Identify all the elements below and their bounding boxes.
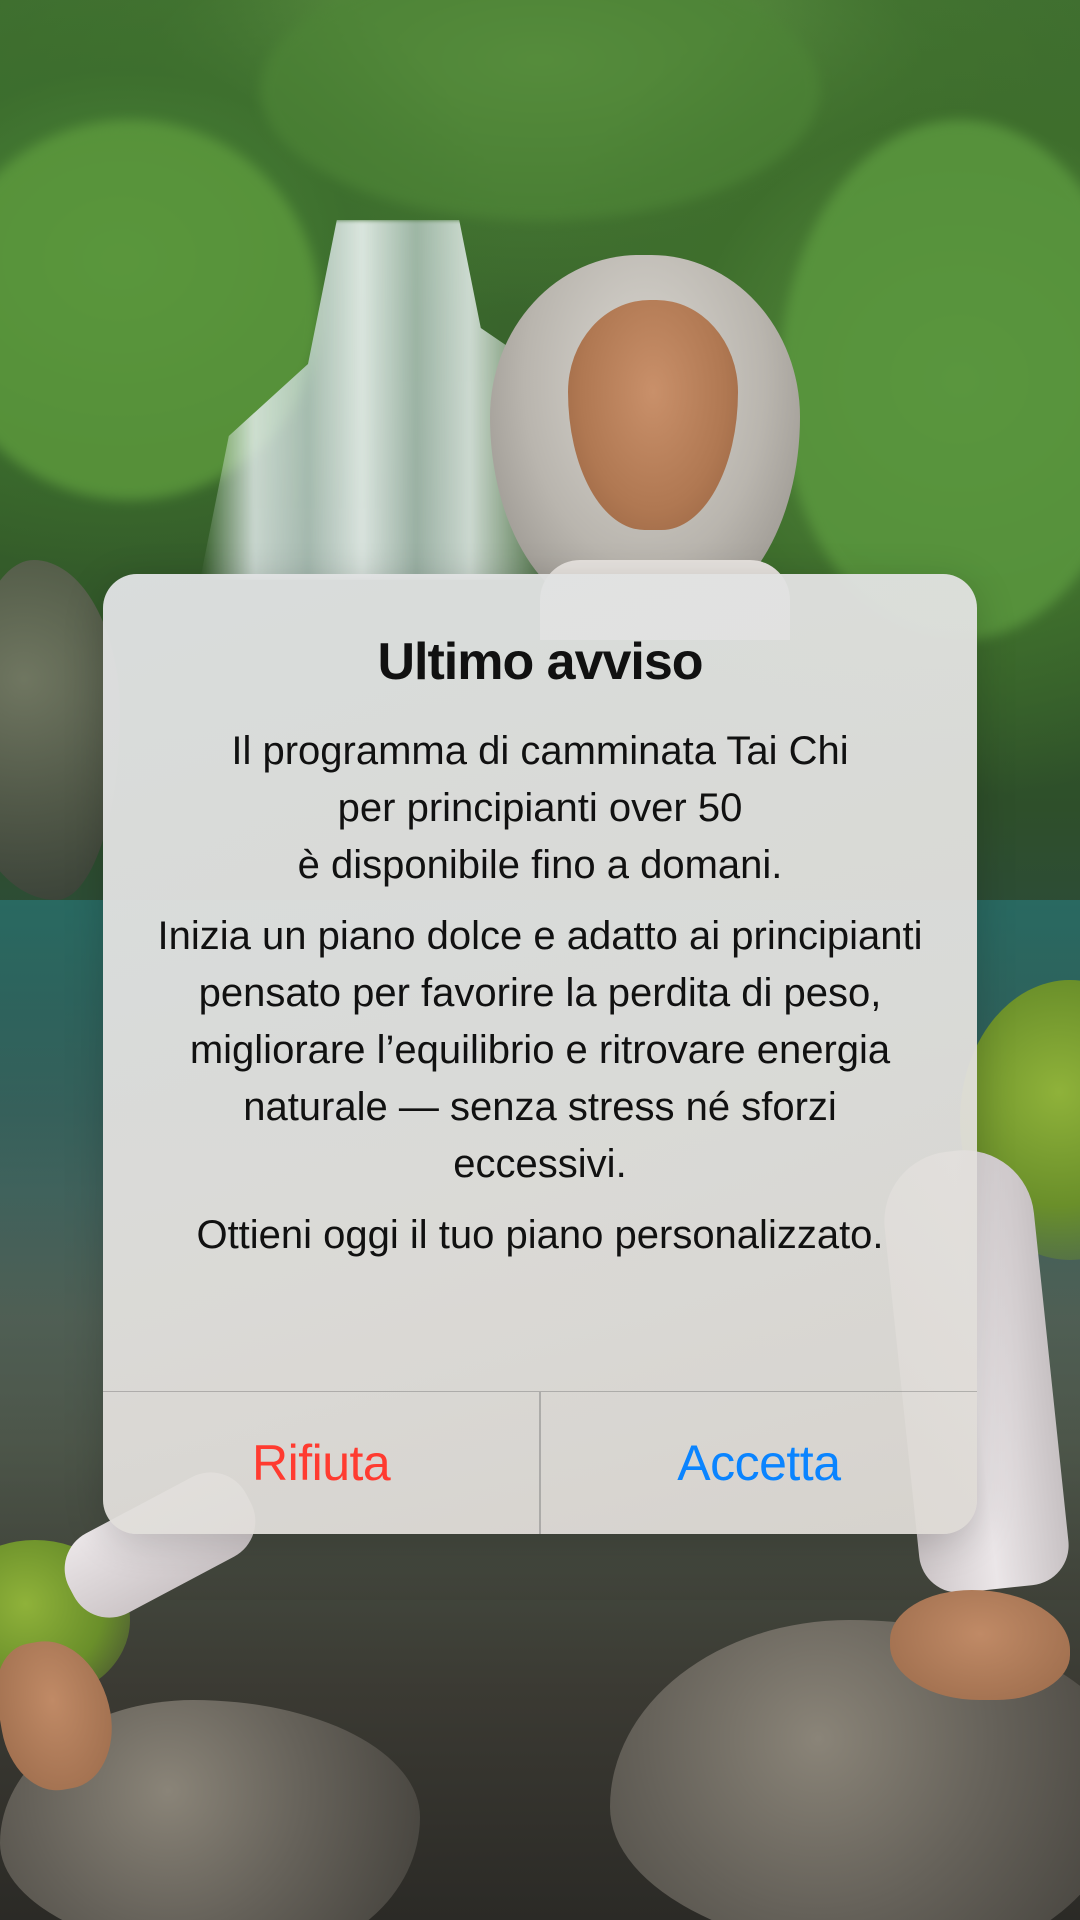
alert-message-description: Inizia un piano dolce e adatto ai princi… [157,914,923,1187]
accept-button[interactable]: Accetta [541,1392,977,1534]
jungle-foliage [780,120,1080,640]
jungle-foliage [260,0,820,220]
woman-foot [890,1590,1070,1700]
alert-message-availability: Il programma di camminata Tai Chi per pr… [231,729,849,888]
alert-content: Ultimo avviso Il programma di camminata … [103,574,977,1392]
alert-dialog: Ultimo avviso Il programma di camminata … [103,574,977,1534]
alert-actions: Rifiuta Accetta [103,1391,977,1534]
alert-title: Ultimo avviso [377,633,703,691]
river-rock [0,560,120,900]
alert-message-call-to-action: Ottieni oggi il tuo piano personalizzato… [196,1213,884,1258]
reject-button[interactable]: Rifiuta [103,1392,539,1534]
